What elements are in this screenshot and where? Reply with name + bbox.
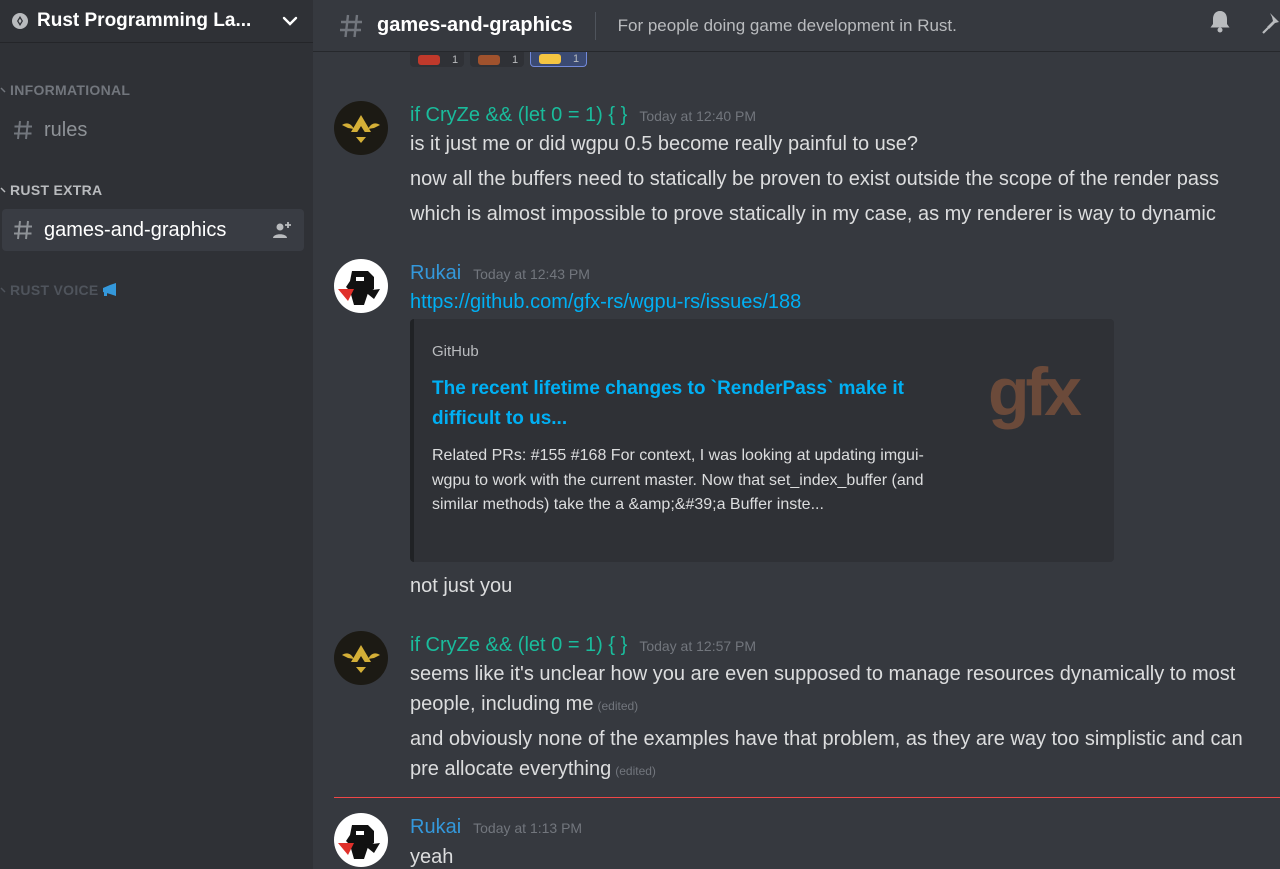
edited-label: (edited)	[597, 699, 639, 713]
avatar[interactable]	[334, 631, 388, 685]
channel-name: rules	[44, 118, 88, 141]
author-name[interactable]: if CryZe && (let 0 = 1) { }	[410, 634, 627, 657]
embed-description: Related PRs: #155 #168 For context, I wa…	[432, 447, 924, 513]
message-text: which is almost impossible to prove stat…	[410, 203, 1216, 225]
chevron-down-icon	[0, 187, 6, 193]
message-text: is it just me or did wgpu 0.5 become rea…	[410, 133, 919, 155]
reaction-count: 1	[512, 53, 519, 66]
message-timestamp: Today at 12:57 PM	[639, 638, 757, 654]
hash-icon	[14, 120, 32, 140]
server-name: Rust Programming La...	[37, 10, 252, 31]
message-header: if CryZe && (let 0 = 1) { } Today at 12:…	[410, 634, 756, 657]
message-text-content: and obviously none of the examples have …	[410, 728, 1243, 780]
triforce-avatar-icon	[334, 101, 388, 155]
channel-rules[interactable]: rules	[2, 109, 304, 151]
category-label: RUST VOICE	[10, 282, 99, 298]
category-label: RUST EXTRA	[10, 182, 103, 198]
message-timestamp: Today at 12:43 PM	[473, 266, 590, 282]
chevron-down-icon[interactable]	[279, 10, 301, 32]
author-name[interactable]: Rukai	[410, 816, 461, 839]
megaphone-icon	[102, 283, 116, 296]
gfx-logo-text: gfx	[988, 357, 1082, 430]
message-text: seems like it's unclear how you are even…	[410, 659, 1270, 721]
reaction-button[interactable]: 1	[530, 52, 587, 67]
hash-icon	[14, 220, 32, 240]
new-messages-divider	[334, 797, 1280, 798]
avatar[interactable]	[334, 813, 388, 867]
category-rust-extra[interactable]: RUST EXTRA	[0, 182, 102, 198]
avatar[interactable]	[334, 259, 388, 313]
message-text-content: seems like it's unclear how you are even…	[410, 663, 1236, 715]
channel-header: games-and-graphics For people doing game…	[313, 0, 1280, 52]
crab-emoji-icon	[478, 54, 500, 65]
edited-label: (edited)	[615, 764, 656, 778]
reaction-count: 1	[452, 53, 459, 66]
message-timestamp: Today at 1:13 PM	[473, 820, 583, 836]
message-header: if CryZe && (let 0 = 1) { } Today at 12:…	[410, 104, 756, 127]
category-label: INFORMATIONAL	[10, 82, 131, 98]
dinosaur-avatar-icon	[334, 259, 388, 313]
category-informational[interactable]: INFORMATIONAL	[0, 82, 130, 98]
pin-icon[interactable]	[1262, 10, 1280, 36]
link-embed: GitHub The recent lifetime changes to `R…	[410, 319, 1114, 562]
category-rust-voice[interactable]: RUST VOICE	[0, 282, 119, 298]
embed-title[interactable]: The recent lifetime changes to `RenderPa…	[432, 374, 952, 434]
server-boost-icon	[12, 13, 28, 29]
embed-provider[interactable]: GitHub	[432, 343, 479, 360]
heart-emoji-icon	[418, 54, 440, 65]
chevron-down-icon	[0, 87, 6, 93]
author-name[interactable]: Rukai	[410, 262, 461, 285]
message-header: Rukai Today at 12:43 PM	[410, 262, 590, 285]
channel-topic[interactable]: For people doing game development in Rus…	[618, 16, 957, 36]
chevron-down-icon	[0, 287, 6, 293]
gfx-logo-thumbnail[interactable]: gfx	[986, 357, 1100, 437]
reaction-button[interactable]: 1	[410, 52, 464, 67]
message-header: Rukai Today at 1:13 PM	[410, 816, 582, 839]
author-name[interactable]: if CryZe && (let 0 = 1) { }	[410, 104, 627, 127]
bell-icon[interactable]	[1207, 8, 1233, 34]
dinosaur-avatar-icon	[334, 813, 388, 867]
reaction-button[interactable]: 1	[470, 52, 524, 67]
message-text: not just you	[410, 575, 513, 597]
message-text: yeah	[410, 846, 454, 868]
message-text: now all the buffers need to statically b…	[410, 168, 1220, 190]
reaction-count: 1	[573, 53, 580, 65]
channel-games-and-graphics[interactable]: games-and-graphics	[2, 209, 304, 251]
channel-name: games-and-graphics	[44, 218, 227, 241]
channel-title: games-and-graphics	[377, 14, 573, 36]
reaction-bar: 1 1 1	[410, 52, 587, 67]
message-text: and obviously none of the examples have …	[410, 724, 1270, 786]
server-header[interactable]: Rust Programming La...	[0, 0, 313, 42]
thumbs-up-emoji-icon	[539, 54, 561, 64]
header-divider	[594, 11, 596, 40]
message-timestamp: Today at 12:40 PM	[639, 108, 757, 124]
avatar[interactable]	[334, 101, 388, 155]
triforce-avatar-icon	[334, 631, 388, 685]
channel-sidebar: Rust Programming La... INFORMATIONAL rul…	[0, 0, 313, 869]
message-link[interactable]: https://github.com/gfx-rs/wgpu-rs/issues…	[410, 287, 801, 317]
hash-icon	[340, 14, 362, 37]
add-member-icon[interactable]	[272, 221, 292, 239]
